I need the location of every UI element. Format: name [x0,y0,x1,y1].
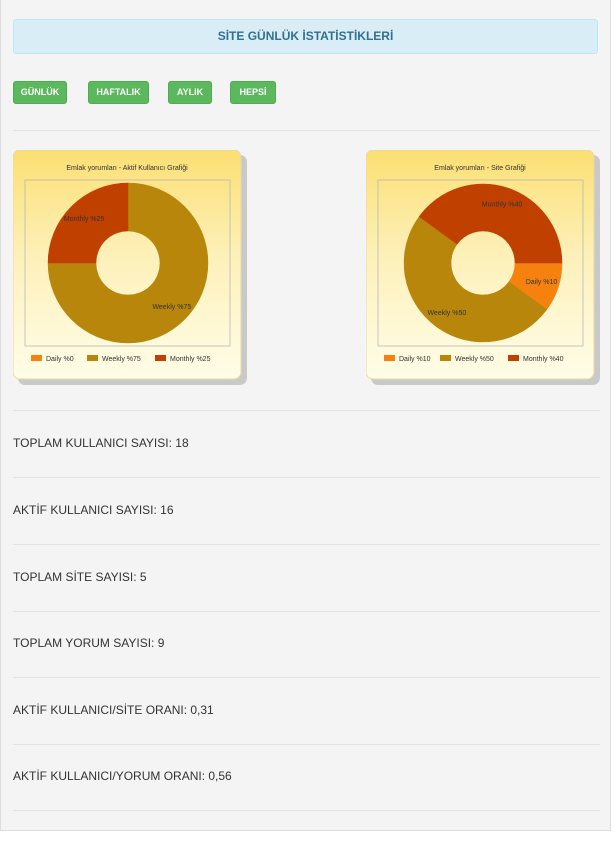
chart-title: Emlak yorumları - Aktif Kullanıcı Grafiğ… [66,165,188,172]
divider [13,477,600,478]
stat-total-users: TOPLAM KULLANICI SAYISI: 18 [13,436,189,450]
stat-total-sites: TOPLAM SİTE SAYISI: 5 [13,570,147,584]
chart-title: Emlak yorumları - Site Grafiği [434,165,526,172]
legend-label-weekly: Weekly %50 [455,356,494,363]
divider [13,410,600,411]
divider [13,677,600,678]
slice-label-daily: Daily %10 [526,279,558,286]
legend-label-weekly: Weekly %75 [102,356,141,363]
divider [13,810,600,811]
site-chart-svg: Emlak yorumları - Site Grafiği Daily %10 W… [366,150,600,385]
legend-swatch-daily [31,355,42,361]
divider [13,611,600,612]
legend-label-daily: Daily %10 [399,356,431,363]
slice-label-monthly: Monthly %25 [64,216,105,223]
site-chart: Emlak yorumları - Site Grafiği Daily %10 W… [366,150,600,385]
daily-button[interactable]: GÜNLÜK [13,81,67,104]
legend-swatch-weekly [440,355,451,361]
legend-swatch-weekly [87,355,98,361]
legend-swatch-monthly [508,355,519,361]
legend-label-monthly: Monthly %25 [170,356,211,363]
stat-active-users: AKTİF KULLANICI SAYISI: 16 [13,503,174,517]
legend-label-monthly: Monthly %40 [523,356,564,363]
slice-label-weekly: Weekly %50 [427,310,466,317]
all-button[interactable]: HEPSİ [230,81,276,104]
divider [13,544,600,545]
slice-label-monthly: Monthly %40 [482,202,523,209]
page-title: SİTE GÜNLÜK İSTATİSTİKLERİ [13,19,598,54]
monthly-button[interactable]: AYLIK [168,81,212,104]
statistics-panel: SİTE GÜNLÜK İSTATİSTİKLERİ GÜNLÜK HAFTAL… [0,0,611,831]
stat-total-comments: TOPLAM YORUM SAYISI: 9 [13,636,165,650]
stat-user-comment-ratio: AKTİF KULLANICI/YORUM ORANI: 0,56 [13,769,232,783]
divider [13,130,600,131]
divider [13,744,600,745]
active-user-chart: Emlak yorumları - Aktif Kullanıcı Grafiğ… [13,150,247,385]
legend-swatch-daily [384,355,395,361]
active-user-chart-svg: Emlak yorumları - Aktif Kullanıcı Grafiğ… [13,150,247,385]
stat-user-site-ratio: AKTİF KULLANICI/SİTE ORANI: 0,31 [13,703,214,717]
slice-label-weekly: Weekly %75 [152,304,191,311]
legend-swatch-monthly [155,355,166,361]
weekly-button[interactable]: HAFTALIK [88,81,149,104]
legend-label-daily: Daily %0 [46,356,74,363]
